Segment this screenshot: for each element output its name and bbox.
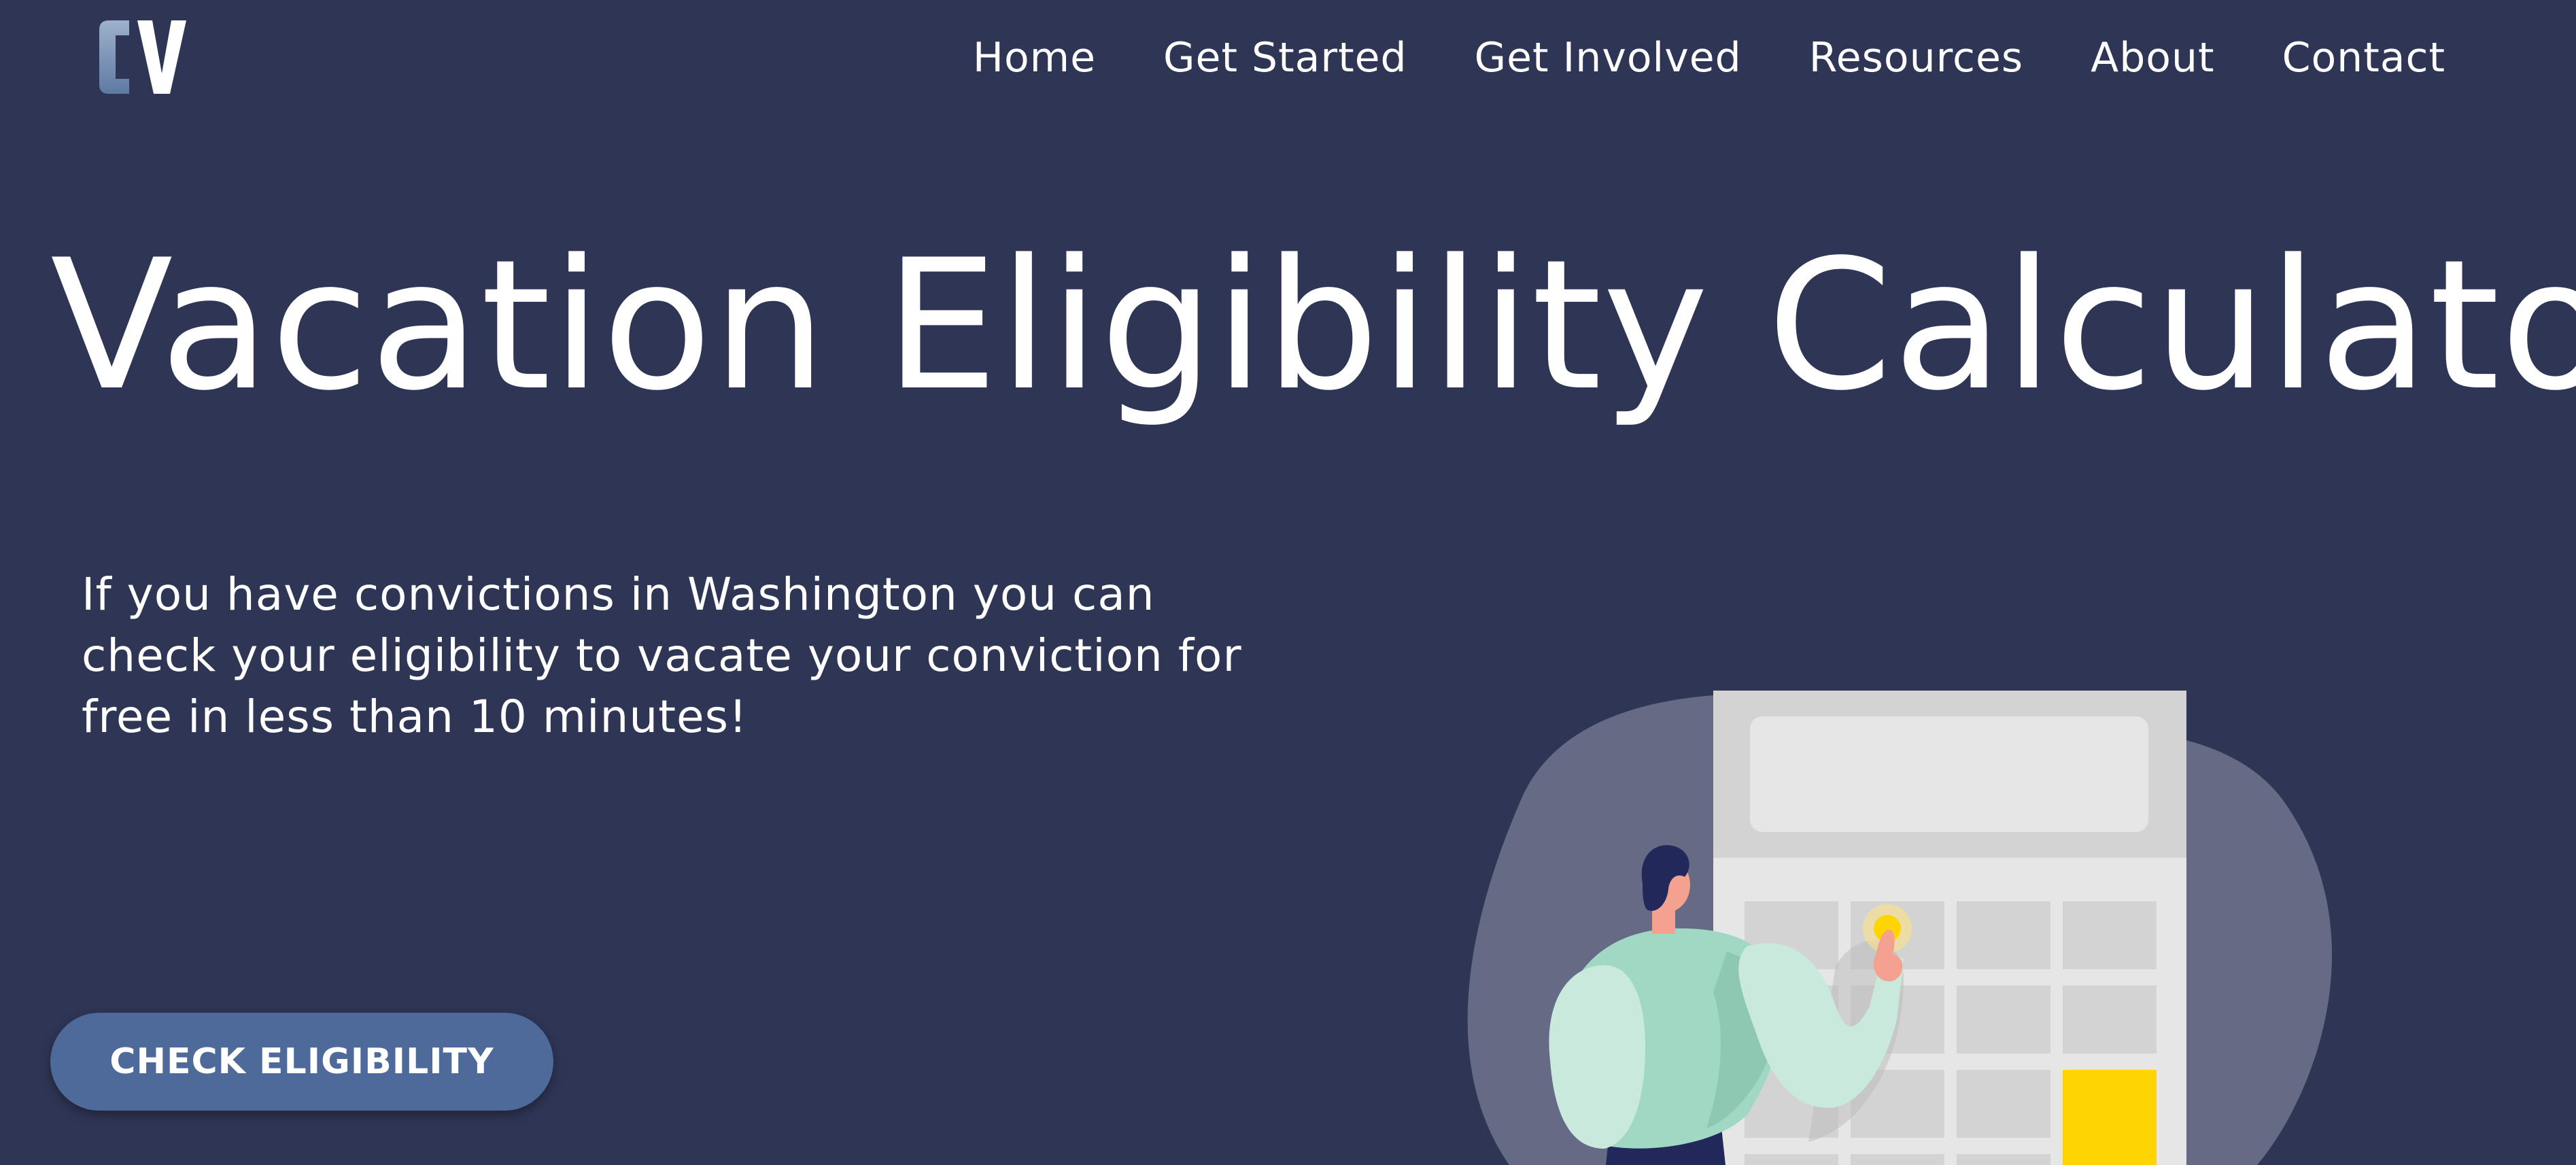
nav-contact-link[interactable]: Contact — [2282, 27, 2445, 88]
main-nav: Home Get Started Get Involved Resources … — [973, 27, 2445, 88]
check-eligibility-button[interactable]: CHECK ELIGIBILITY — [50, 1013, 553, 1111]
nav-get-involved-link[interactable]: Get Involved — [1475, 27, 1742, 88]
nav-home-link[interactable]: Home — [973, 27, 1096, 88]
nav-get-started-link[interactable]: Get Started — [1163, 27, 1407, 88]
person-pressing-calculator-illustration — [1467, 691, 2333, 1165]
nav-resources-link[interactable]: Resources — [1809, 27, 2023, 88]
cv-logo-icon[interactable] — [97, 16, 192, 98]
nav-about-link[interactable]: About — [2091, 27, 2214, 88]
calculator-illustration — [1428, 680, 2380, 1165]
page-title: Vacation Eligibility Calculator — [50, 222, 2576, 430]
hero-description: If you have convictions in Washington yo… — [82, 568, 1242, 743]
